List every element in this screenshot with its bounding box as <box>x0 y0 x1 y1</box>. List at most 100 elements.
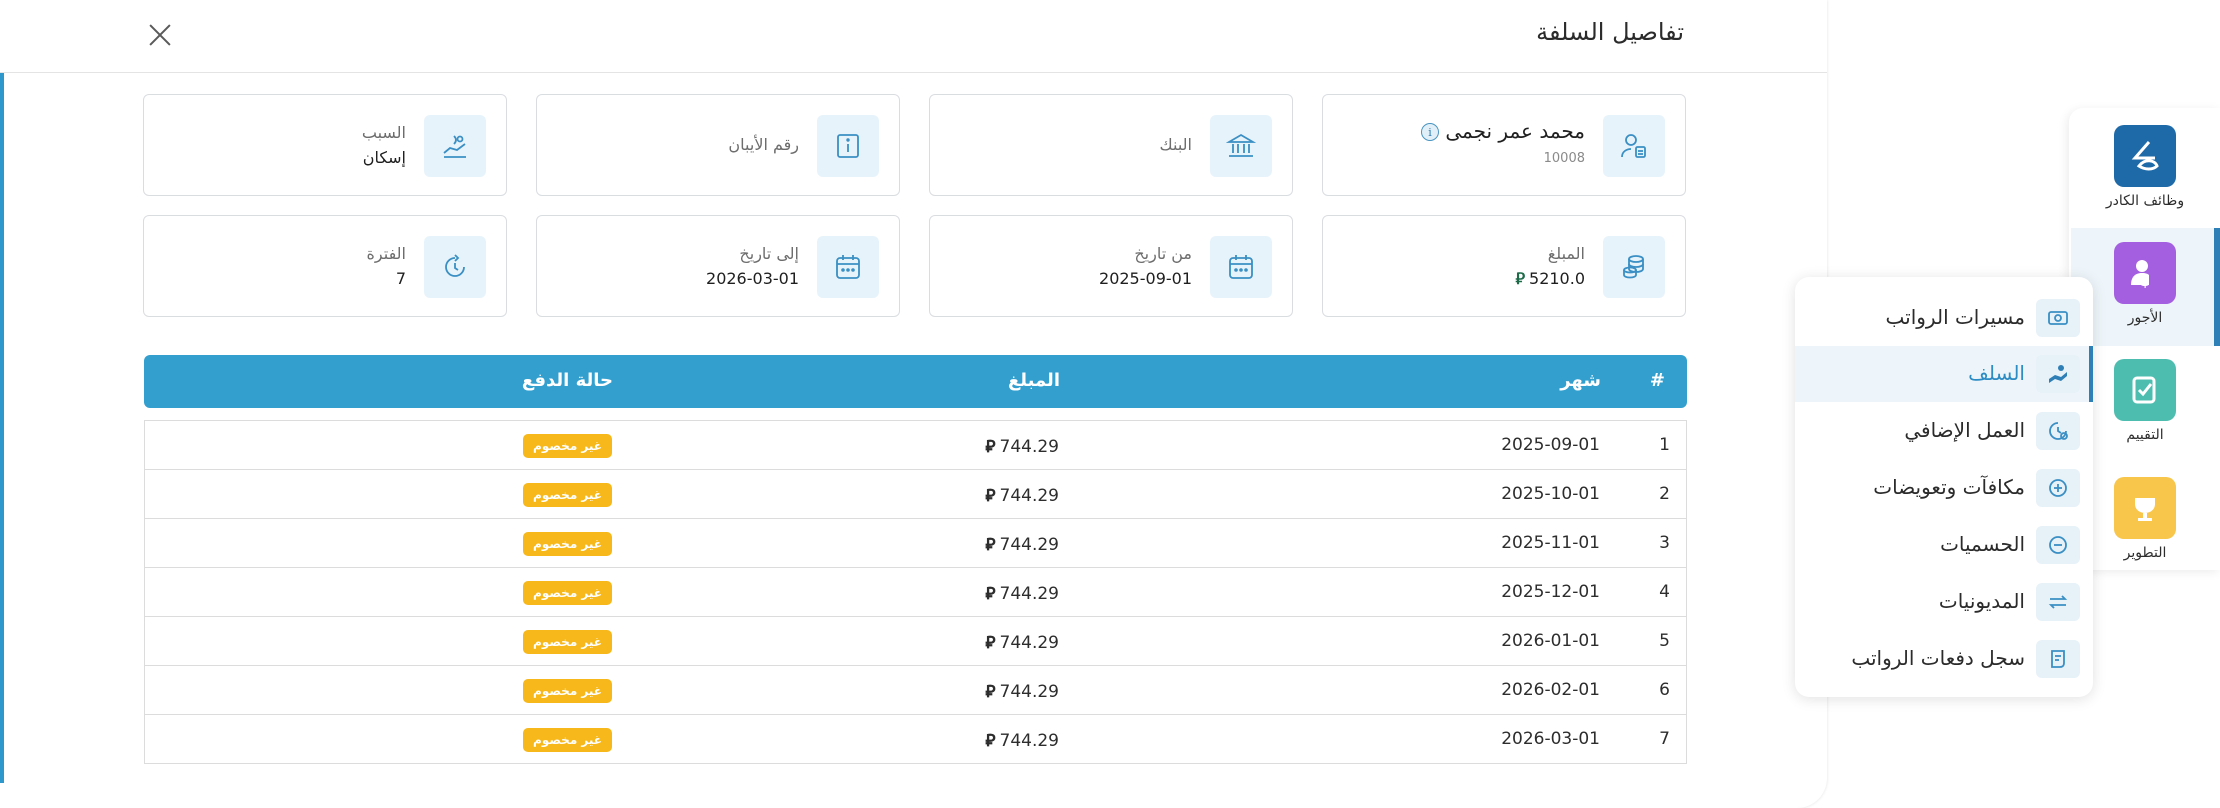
amount-card: المبلغ 5210.0⃁ <box>1322 215 1686 317</box>
riyal-icon: ⃁ <box>985 584 996 604</box>
row-amount: 744.29⃁ <box>985 584 1059 604</box>
column-header-amount: المبلغ <box>1008 370 1060 391</box>
info-icon[interactable]: i <box>1421 123 1439 141</box>
development-icon <box>2114 477 2176 539</box>
submenu-item-deductions[interactable]: الحسميات <box>1795 517 2093 573</box>
from-date-value: 2025-09-01 <box>1099 269 1192 288</box>
submenu-label: العمل الإضافي <box>1904 418 2025 442</box>
submenu-item-bonuses[interactable]: مكافآت وتعويضات <box>1795 460 2093 516</box>
iban-label: رقم الأيبان <box>728 135 799 154</box>
to-date-card: إلى تاريخ 2026-03-01 <box>536 215 900 317</box>
salary-payments-log-icon <box>2036 640 2080 678</box>
loan-details-modal: تفاصيل السلفة محمد عمر نجمى i 10008 البن… <box>0 0 1827 808</box>
rail-label: وظائف الكادر <box>2105 193 2185 209</box>
period-label: الفترة <box>366 244 406 263</box>
overtime-icon <box>2036 412 2080 450</box>
rail-label: التقييم <box>2126 427 2164 443</box>
status-badge: غير مخصوم <box>523 532 612 556</box>
rail-label: التطوير <box>2123 545 2167 561</box>
advance-icon <box>2036 355 2080 393</box>
bank-icon <box>1210 115 1272 177</box>
table-row: 3 2025-11-01 744.29⃁ غير مخصوم <box>145 519 1686 568</box>
to-date-value: 2026-03-01 <box>706 269 799 288</box>
close-icon[interactable] <box>145 20 175 50</box>
row-number: 7 <box>1659 729 1670 749</box>
submenu-item-payroll[interactable]: مسيرات الرواتب <box>1795 290 2093 346</box>
submenu-label: المديونيات <box>1938 589 2025 613</box>
riyal-icon: ⃁ <box>985 437 996 457</box>
amount-label: المبلغ <box>1547 244 1585 263</box>
row-number: 6 <box>1659 680 1670 700</box>
evaluation-icon <box>2114 359 2176 421</box>
row-amount: 744.29⃁ <box>985 731 1059 751</box>
row-month: 2025-12-01 <box>1501 582 1600 602</box>
iban-card: رقم الأيبان <box>536 94 900 196</box>
row-month: 2025-10-01 <box>1501 484 1600 504</box>
reason-label: السبب <box>361 123 406 142</box>
riyal-icon: ⃁ <box>985 486 996 506</box>
riyal-icon: ⃁ <box>985 633 996 653</box>
status-badge: غير مخصوم <box>523 581 612 605</box>
period-value: 7 <box>395 269 406 288</box>
rail-item-wages[interactable]: $ الأجور <box>2085 242 2205 326</box>
installments-table: 1 2025-09-01 744.29⃁ غير مخصوم 2 2025-10… <box>144 420 1687 764</box>
row-amount: 744.29⃁ <box>985 633 1059 653</box>
submenu-label: مكافآت وتعويضات <box>1873 475 2025 499</box>
table-row: 2 2025-10-01 744.29⃁ غير مخصوم <box>145 470 1686 519</box>
from-date-card: من تاريخ 2025-09-01 <box>929 215 1293 317</box>
row-number: 2 <box>1659 484 1670 504</box>
rail-item-staff-functions[interactable]: وظائف الكادر <box>2085 125 2205 209</box>
submenu-item-overtime[interactable]: العمل الإضافي <box>1795 403 2093 459</box>
svg-text:$: $ <box>2140 274 2150 290</box>
column-header-status: حالة الدفع <box>521 370 613 391</box>
rail-item-development[interactable]: التطوير <box>2085 477 2205 561</box>
staff-functions-icon <box>2114 125 2176 187</box>
table-row: 7 2026-03-01 744.29⃁ غير مخصوم <box>145 715 1686 764</box>
row-number: 5 <box>1659 631 1670 651</box>
row-number: 4 <box>1659 582 1670 602</box>
calendar-icon <box>1210 236 1272 298</box>
status-badge: غير مخصوم <box>523 434 612 458</box>
rail-label: الأجور <box>2127 310 2163 326</box>
employee-icon <box>1603 115 1665 177</box>
submenu-item-advances[interactable]: السلف <box>1795 346 2093 402</box>
table-row: 4 2025-12-01 744.29⃁ غير مخصوم <box>145 568 1686 617</box>
iban-icon <box>817 115 879 177</box>
rail-item-evaluation[interactable]: التقييم <box>2085 359 2205 443</box>
riyal-icon: ⃁ <box>985 535 996 555</box>
reason-value: إسكان <box>362 148 406 167</box>
submenu-label: السلف <box>1968 361 2025 385</box>
employee-name: محمد عمر نجمى <box>1445 119 1585 143</box>
calendar-icon <box>817 236 879 298</box>
from-date-label: من تاريخ <box>1134 244 1192 263</box>
row-number: 3 <box>1659 533 1670 553</box>
reason-card: السبب إسكان <box>143 94 507 196</box>
submenu-label: سجل دفعات الرواتب <box>1851 646 2025 670</box>
period-card: الفترة 7 <box>143 215 507 317</box>
period-icon <box>424 236 486 298</box>
debts-icon <box>2036 583 2080 621</box>
rail-active-indicator <box>2214 228 2220 346</box>
status-badge: غير مخصوم <box>523 728 612 752</box>
row-month: 2026-01-01 <box>1501 631 1600 651</box>
row-month: 2026-03-01 <box>1501 729 1600 749</box>
row-month: 2026-02-01 <box>1501 680 1600 700</box>
deductions-icon <box>2036 526 2080 564</box>
status-badge: غير مخصوم <box>523 679 612 703</box>
employee-id: 10008 <box>1543 151 1585 166</box>
coins-icon <box>1603 236 1665 298</box>
reason-icon <box>424 115 486 177</box>
submenu-item-salary-log[interactable]: سجل دفعات الرواتب <box>1795 631 2093 687</box>
wages-submenu: مسيرات الرواتب السلف العمل الإضافي مكافآ… <box>1795 277 2093 697</box>
row-month: 2025-09-01 <box>1501 435 1600 455</box>
bank-card: البنك <box>929 94 1293 196</box>
modal-header: تفاصيل السلفة <box>0 0 1827 73</box>
submenu-item-debts[interactable]: المديونيات <box>1795 574 2093 630</box>
row-amount: 744.29⃁ <box>985 682 1059 702</box>
riyal-icon: ⃁ <box>985 731 996 751</box>
submenu-label: مسيرات الرواتب <box>1885 305 2025 329</box>
column-header-num: # <box>1649 370 1665 391</box>
bonus-icon <box>2036 469 2080 507</box>
status-badge: غير مخصوم <box>523 483 612 507</box>
row-number: 1 <box>1659 435 1670 455</box>
